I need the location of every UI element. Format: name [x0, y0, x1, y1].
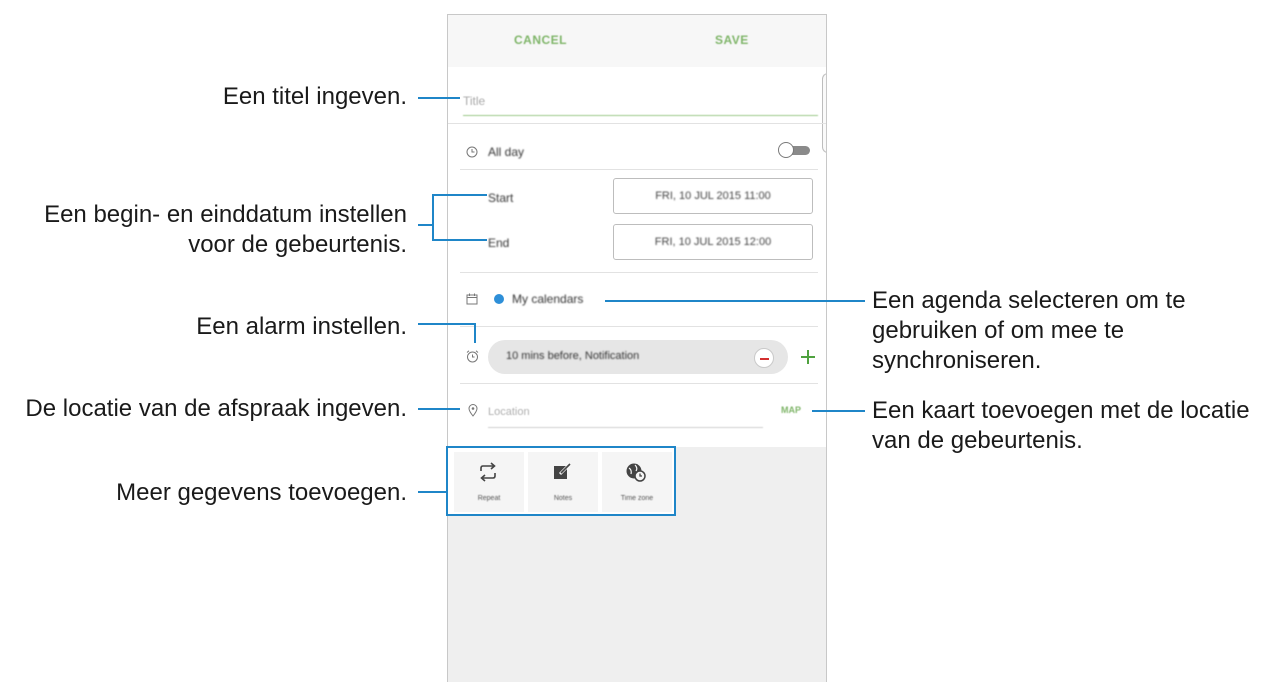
- title-input[interactable]: [463, 87, 818, 116]
- end-date-field[interactable]: FRI, 10 JUL 2015 12:00: [613, 224, 813, 260]
- calendar-color-dot: [494, 294, 504, 304]
- end-label: End: [488, 236, 510, 250]
- start-date-field[interactable]: FRI, 10 JUL 2015 11:00: [613, 178, 813, 214]
- callout-alarm-line: Een alarm instellen.: [196, 313, 407, 340]
- repeat-button[interactable]: Repeat: [454, 452, 524, 512]
- leader-line-end: [432, 239, 487, 241]
- callout-calendar: Een agenda selecteren om te gebruiken of…: [872, 286, 1186, 376]
- save-button[interactable]: SAVE: [715, 33, 749, 47]
- event-form: CANCEL SAVE All day Start FRI, 10 JUL 20…: [448, 15, 826, 447]
- callout-map-line-1: Een kaart toevoegen met de locatie: [872, 397, 1250, 424]
- leader-line-alarm: [418, 323, 476, 325]
- more-details-panel: Repeat Notes Time zone: [446, 446, 676, 516]
- callout-map: Een kaart toevoegen met de locatie van d…: [872, 396, 1250, 456]
- edge-panel-handle[interactable]: [822, 73, 826, 153]
- divider: [448, 123, 826, 124]
- map-button[interactable]: MAP: [781, 405, 801, 415]
- event-editor-screen: CANCEL SAVE All day Start FRI, 10 JUL 20…: [447, 14, 827, 682]
- repeat-label: Repeat: [477, 495, 501, 502]
- callout-alarm: Een alarm instellen.: [196, 312, 407, 342]
- remove-alarm-button[interactable]: [754, 348, 774, 368]
- callout-more-line: Meer gegevens toevoegen.: [116, 479, 407, 506]
- notes-label: Notes: [553, 495, 573, 502]
- divider: [460, 272, 818, 273]
- all-day-toggle[interactable]: [778, 142, 810, 158]
- location-pin-icon: [468, 404, 478, 417]
- leader-line-calendar: [605, 300, 865, 302]
- callout-dates-line-1: Een begin- en einddatum instellen: [44, 201, 407, 228]
- repeat-icon: [480, 462, 496, 482]
- start-date-value: FRI, 10 JUL 2015 11:00: [655, 190, 771, 202]
- divider: [460, 326, 818, 327]
- callout-more-details: Meer gegevens toevoegen.: [116, 478, 407, 508]
- time-zone-icon: [626, 463, 646, 482]
- callout-location-line: De locatie van de afspraak ingeven.: [25, 395, 407, 422]
- toggle-knob: [778, 142, 794, 158]
- callout-map-line-2: van de gebeurtenis.: [872, 427, 1083, 454]
- divider: [460, 383, 818, 384]
- cancel-button[interactable]: CANCEL: [514, 33, 567, 47]
- leader-line-map: [812, 410, 865, 412]
- callout-title: Een titel ingeven.: [223, 82, 407, 112]
- callout-title-line: Een titel ingeven.: [222, 83, 407, 110]
- notes-icon: [554, 463, 571, 479]
- callout-calendar-line-1: Een agenda selecteren om te: [872, 287, 1186, 314]
- alarm-value: 10 mins before, Notification: [506, 350, 640, 362]
- action-bar: CANCEL SAVE: [448, 15, 826, 67]
- leader-line-location: [418, 408, 460, 410]
- callout-location: De locatie van de afspraak ingeven.: [25, 394, 407, 424]
- callout-calendar-line-3: synchroniseren.: [872, 347, 1042, 374]
- time-zone-button[interactable]: Time zone: [602, 452, 672, 512]
- location-input[interactable]: [488, 397, 763, 428]
- leader-line-more: [418, 491, 448, 493]
- end-date-value: FRI, 10 JUL 2015 12:00: [654, 236, 772, 248]
- all-day-label: All day: [488, 145, 525, 159]
- time-zone-label: Time zone: [620, 495, 654, 502]
- calendar-icon: [466, 293, 478, 305]
- alarm-icon: [466, 350, 479, 363]
- start-label: Start: [488, 191, 514, 205]
- divider: [460, 169, 818, 170]
- alarm-reminder[interactable]: 10 mins before, Notification: [488, 340, 788, 374]
- leader-line-title: [418, 97, 460, 99]
- clock-icon: [466, 146, 478, 158]
- callout-dates: Een begin- en einddatum instellen voor d…: [44, 200, 407, 260]
- leader-line-alarm-drop: [474, 323, 476, 343]
- callout-dates-line-2: voor de gebeurtenis.: [188, 231, 407, 258]
- callout-calendar-line-2: gebruiken of om mee te: [872, 317, 1125, 344]
- notes-button[interactable]: Notes: [528, 452, 598, 512]
- leader-bracket-dates: [432, 194, 434, 240]
- add-alarm-button[interactable]: [798, 347, 818, 367]
- leader-line-start: [432, 194, 487, 196]
- calendar-selector[interactable]: My calendars: [512, 292, 583, 306]
